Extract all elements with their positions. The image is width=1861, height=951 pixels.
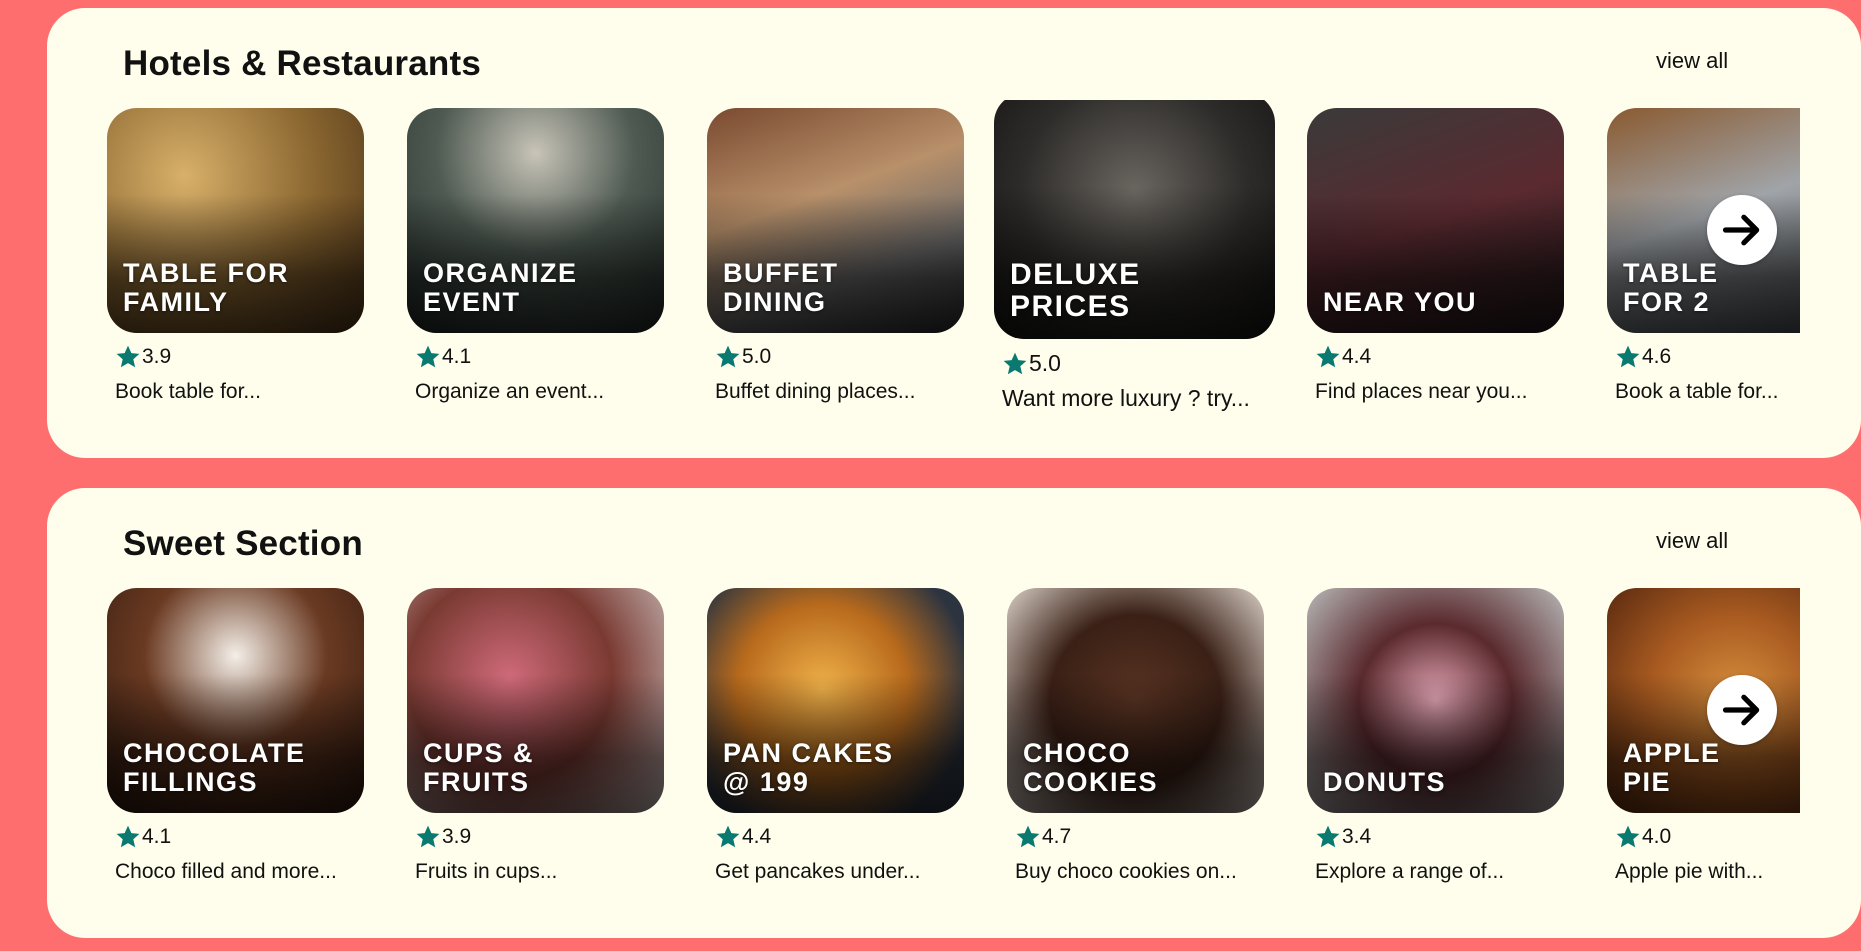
card-description: Find places near you... bbox=[1315, 380, 1528, 403]
card-description: Book table for... bbox=[115, 380, 261, 403]
rating-value: 4.4 bbox=[1342, 345, 1372, 368]
star-icon bbox=[116, 825, 140, 848]
card-rating: 4.0 bbox=[1615, 824, 1671, 850]
card-rating: 5.0 bbox=[715, 344, 771, 370]
card-overlay-title: CHOCOLATE FILLINGS bbox=[123, 738, 306, 797]
hotels-restaurants-section: Hotels & Restaurants view all TABLE FOR … bbox=[47, 8, 1861, 458]
card-rating: 4.4 bbox=[715, 824, 771, 850]
card-overlay-title: TABLE FOR FAMILY bbox=[123, 258, 289, 317]
card-description: Want more luxury ? try... bbox=[1002, 385, 1250, 411]
rating-value: 4.1 bbox=[442, 345, 472, 368]
card-rating: 4.1 bbox=[115, 824, 171, 850]
card-rating: 4.1 bbox=[415, 344, 471, 370]
star-icon bbox=[116, 345, 140, 368]
card-description: Buffet dining places... bbox=[715, 380, 916, 403]
card-overlay-title: DONUTS bbox=[1323, 767, 1446, 797]
card-image: TABLE FOR FAMILY bbox=[107, 108, 364, 333]
card-overlay-title: CUPS & FRUITS bbox=[423, 738, 535, 797]
rating-value: 4.6 bbox=[1642, 345, 1672, 368]
card-overlay-title: PAN CAKES @ 199 bbox=[723, 738, 894, 797]
card-overlay-title: APPLE PIE bbox=[1623, 738, 1721, 797]
view-all-link[interactable]: view all bbox=[1656, 48, 1728, 74]
rating-value: 4.7 bbox=[1042, 825, 1072, 848]
rating-value: 4.4 bbox=[742, 825, 772, 848]
card-rating: 4.4 bbox=[1315, 344, 1371, 370]
card-description: Choco filled and more... bbox=[115, 860, 337, 883]
rating-value: 4.1 bbox=[142, 825, 172, 848]
section-title: Sweet Section bbox=[123, 524, 363, 563]
card-image: DELUXE PRICES bbox=[994, 100, 1275, 339]
card-image: PAN CAKES @ 199 bbox=[707, 588, 964, 813]
arrow-right-icon bbox=[1722, 694, 1760, 726]
card-overlay-title: ORGANIZE EVENT bbox=[423, 258, 578, 317]
star-icon bbox=[1016, 825, 1040, 848]
section-title: Hotels & Restaurants bbox=[123, 44, 481, 83]
card-rating: 3.9 bbox=[115, 344, 171, 370]
star-icon bbox=[716, 345, 740, 368]
card-description: Book a table for... bbox=[1615, 380, 1779, 403]
card-description: Explore a range of... bbox=[1315, 860, 1505, 883]
card-carousel: TABLE FOR FAMILY 3.9 Book table for... O… bbox=[107, 100, 1861, 440]
carousel-next-button[interactable] bbox=[1707, 675, 1777, 745]
star-icon bbox=[416, 345, 440, 368]
card-image: CHOCO COOKIES bbox=[1007, 588, 1264, 813]
card-description: Apple pie with... bbox=[1615, 860, 1764, 883]
rating-value: 3.4 bbox=[1342, 825, 1372, 848]
view-all-link[interactable]: view all bbox=[1656, 528, 1728, 554]
card-image: BUFFET DINING bbox=[707, 108, 964, 333]
carousel-next-button[interactable] bbox=[1707, 195, 1777, 265]
sweet-section: Sweet Section view all CHOCOLATE FILLING… bbox=[47, 488, 1861, 938]
arrow-right-icon bbox=[1722, 214, 1760, 246]
card-overlay-title: CHOCO COOKIES bbox=[1023, 738, 1159, 797]
rating-value: 5.0 bbox=[1029, 350, 1061, 376]
card-overlay-title: DELUXE PRICES bbox=[1010, 258, 1141, 323]
card-overlay-title: TABLE FOR 2 bbox=[1623, 258, 1719, 317]
star-icon bbox=[1616, 345, 1640, 368]
star-icon bbox=[716, 825, 740, 848]
card-carousel: CHOCOLATE FILLINGS 4.1 Choco filled and … bbox=[107, 580, 1861, 920]
card-description: Get pancakes under... bbox=[715, 860, 921, 883]
card-image: CHOCOLATE FILLINGS bbox=[107, 588, 364, 813]
card-rating: 3.4 bbox=[1315, 824, 1371, 850]
card-image: ORGANIZE EVENT bbox=[407, 108, 664, 333]
card-image: DONUTS bbox=[1307, 588, 1564, 813]
card-description: Fruits in cups... bbox=[415, 860, 558, 883]
star-icon bbox=[1616, 825, 1640, 848]
rating-value: 3.9 bbox=[142, 345, 172, 368]
rating-value: 3.9 bbox=[442, 825, 472, 848]
star-icon bbox=[1003, 352, 1027, 374]
card-description: Buy choco cookies on... bbox=[1015, 860, 1237, 883]
star-icon bbox=[1316, 345, 1340, 368]
rating-value: 5.0 bbox=[742, 345, 772, 368]
card-rating: 4.6 bbox=[1615, 344, 1671, 370]
card-description: Organize an event... bbox=[415, 380, 605, 403]
card-rating: 5.0 bbox=[1002, 350, 1061, 377]
card-overlay-title: BUFFET DINING bbox=[723, 258, 839, 317]
rating-value: 4.0 bbox=[1642, 825, 1672, 848]
card-rating: 4.7 bbox=[1015, 824, 1071, 850]
star-icon bbox=[416, 825, 440, 848]
card-rating: 3.9 bbox=[415, 824, 471, 850]
card-image: CUPS & FRUITS bbox=[407, 588, 664, 813]
card-image: NEAR YOU bbox=[1307, 108, 1564, 333]
star-icon bbox=[1316, 825, 1340, 848]
card-overlay-title: NEAR YOU bbox=[1323, 287, 1478, 317]
